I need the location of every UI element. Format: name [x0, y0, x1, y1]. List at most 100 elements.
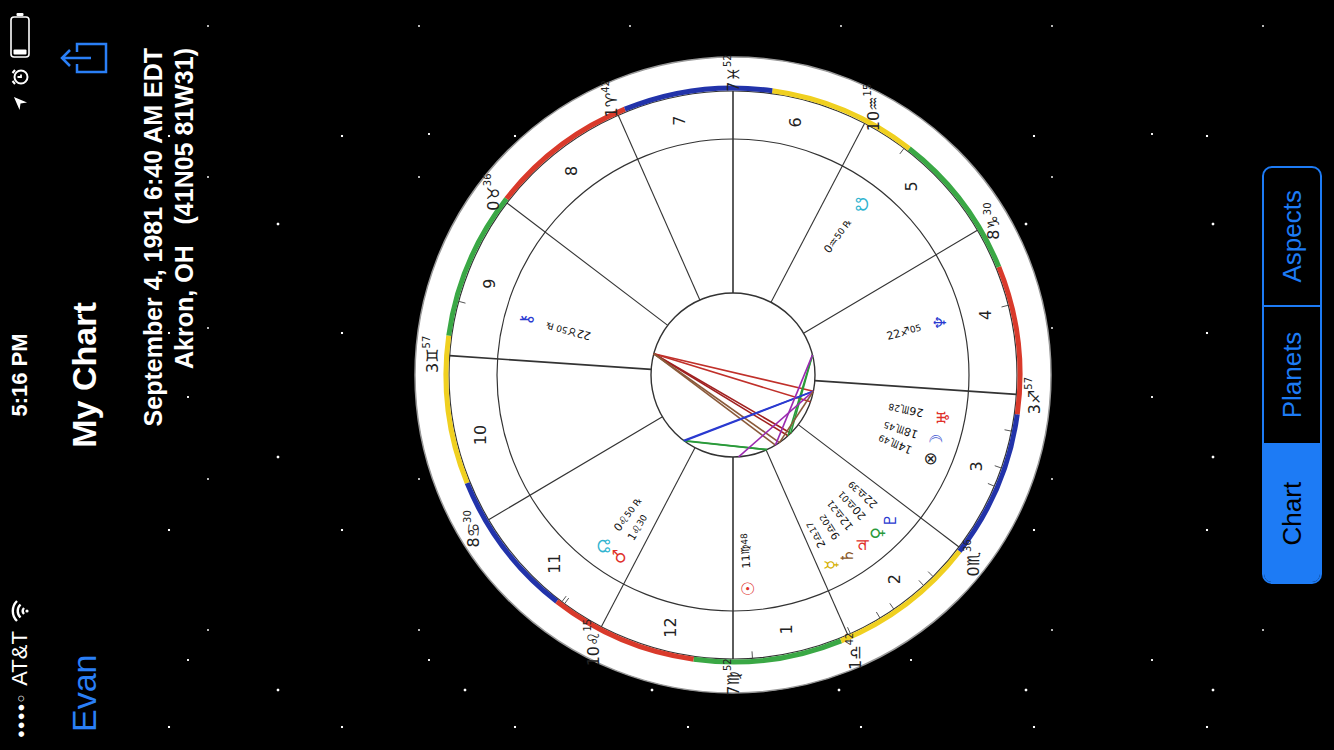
- planet-glyph[interactable]: ♅: [933, 410, 953, 425]
- aspect-line: [654, 354, 811, 402]
- planet-tick: [1002, 305, 1009, 307]
- chart-page: September 4, 1981 6:40 AM EDT Akron, OH …: [128, 0, 1334, 750]
- planet-glyph[interactable]: ♆: [930, 315, 950, 330]
- nav-bar: Evan My Chart: [40, 0, 128, 750]
- cusp-line: [618, 115, 700, 300]
- planet-tick: [459, 301, 466, 303]
- zodiac-band: [446, 336, 467, 483]
- planet-glyph[interactable]: ♃: [853, 538, 873, 553]
- planet-glyph[interactable]: ♇: [880, 512, 900, 527]
- cusp-label: 10♒15: [861, 84, 882, 131]
- planet-tick: [752, 651, 753, 658]
- planet-glyph[interactable]: ⊗: [920, 452, 940, 466]
- zodiac-band: [694, 641, 841, 662]
- signal-strength: ●●●●○: [13, 694, 28, 738]
- house-number: 9: [480, 278, 499, 288]
- planet-position: 0♒50℞: [821, 216, 855, 255]
- house-number: 7: [670, 116, 689, 126]
- zodiac-band: [557, 602, 694, 660]
- cusp-label: 8♋30: [462, 510, 483, 547]
- birth-place: Akron, OH (41N05 81W31): [169, 48, 200, 730]
- planet-glyph[interactable]: ♂: [609, 549, 629, 564]
- cusp-label: 3♐57: [1023, 377, 1044, 414]
- zodiac-band: [841, 551, 959, 641]
- planet-position: 22♐05: [885, 321, 922, 342]
- aspect-circle: [651, 293, 815, 457]
- planet-tick: [928, 572, 933, 577]
- planet-position: 18♏45: [882, 418, 920, 441]
- planet-glyph[interactable]: ☽: [926, 434, 946, 449]
- birth-date: September 4, 1981 6:40 AM EDT: [138, 48, 169, 730]
- cusp-label: 0♉36: [481, 173, 502, 210]
- house-number: 3: [967, 461, 986, 471]
- house-number: 12: [661, 617, 680, 637]
- cusp-label: 7♓52: [722, 54, 743, 91]
- planet-tick: [900, 148, 904, 154]
- planet-tick: [919, 580, 924, 585]
- aspect-line: [654, 354, 788, 436]
- house-number: 5: [902, 181, 921, 191]
- outer-ring: [415, 57, 1051, 693]
- aspect-line: [684, 440, 767, 449]
- location-arrow-icon: [13, 96, 28, 111]
- phone-screen: ●●●●○ AT&T 5:16 PM Evan My Chart Septemb…: [0, 0, 1334, 750]
- zodiac-band: [506, 109, 624, 199]
- cusp-line: [489, 417, 663, 520]
- aspect-line: [775, 355, 812, 445]
- cusp-label: 7♍52: [722, 658, 743, 695]
- house-ring: [449, 91, 1017, 659]
- segment-tab[interactable]: Chart: [1264, 445, 1320, 582]
- cusp-line: [798, 425, 959, 547]
- planet-position: 22♎39: [845, 478, 880, 512]
- planet-glyph[interactable]: ♀: [867, 527, 887, 539]
- planet-glyph[interactable]: ☋: [852, 197, 872, 212]
- planet-glyph[interactable]: ☉: [738, 581, 758, 596]
- cusp-line: [766, 450, 848, 635]
- house-number: 4: [976, 310, 995, 320]
- cusp-label: 1♎42: [844, 633, 865, 670]
- zodiac-band: [772, 91, 909, 149]
- planet-glyph[interactable]: ⚷: [516, 313, 536, 325]
- aspect-line: [779, 391, 813, 442]
- share-icon[interactable]: [59, 40, 109, 76]
- cusp-label: 1♈42: [599, 80, 620, 117]
- cusp-line: [507, 203, 668, 325]
- back-button[interactable]: Evan: [65, 655, 103, 733]
- planet-tick: [876, 612, 880, 618]
- battery-icon: [10, 12, 30, 58]
- segmented-control: ChartPlanetsAspects: [1262, 166, 1322, 584]
- planet-tick: [890, 603, 894, 609]
- planet-tick: [848, 627, 851, 633]
- cusp-label: 0♏36: [962, 539, 983, 576]
- carrier: AT&T: [7, 631, 33, 686]
- cusp-line: [601, 448, 695, 627]
- house-number: 6: [786, 117, 805, 127]
- house-number: 1: [777, 624, 796, 634]
- segment-tab[interactable]: Planets: [1264, 307, 1320, 446]
- cusp-label: 10♌15: [582, 619, 603, 666]
- house-number: 2: [885, 574, 904, 584]
- house-number: 10: [471, 425, 490, 445]
- planet-tick: [995, 466, 1002, 468]
- clock: 5:16 PM: [7, 333, 33, 416]
- cusp-line: [804, 230, 978, 333]
- screen: ●●●●○ AT&T 5:16 PM Evan My Chart Septemb…: [0, 0, 1334, 750]
- cusp-label: 8♑30: [981, 202, 1002, 239]
- alarm-icon: [11, 68, 29, 86]
- planet-position: 22♉50℞: [544, 318, 592, 343]
- wifi-icon: [11, 599, 29, 623]
- chart-header: September 4, 1981 6:40 AM EDT Akron, OH …: [128, 0, 200, 750]
- nav-title: My Chart: [65, 302, 104, 447]
- cusp-line: [815, 381, 1017, 395]
- planet-position: 11♍48: [737, 533, 752, 569]
- aspect-line: [739, 391, 814, 457]
- status-bar: ●●●●○ AT&T 5:16 PM: [0, 0, 40, 750]
- planet-position: 26♏28: [887, 400, 924, 420]
- natal-chart: 7♍52 1 1♎42 2 0♏36 3 3♐57 4 8♑30 5 10♒15 6 7♓52 7 1♈42…: [403, 45, 1063, 705]
- cusp-line: [732, 457, 734, 659]
- cusp-line: [732, 91, 734, 293]
- planet-tick: [1005, 430, 1012, 431]
- zodiac-band: [449, 199, 507, 336]
- house-number: 8: [562, 166, 581, 176]
- segment-tab[interactable]: Aspects: [1264, 168, 1320, 307]
